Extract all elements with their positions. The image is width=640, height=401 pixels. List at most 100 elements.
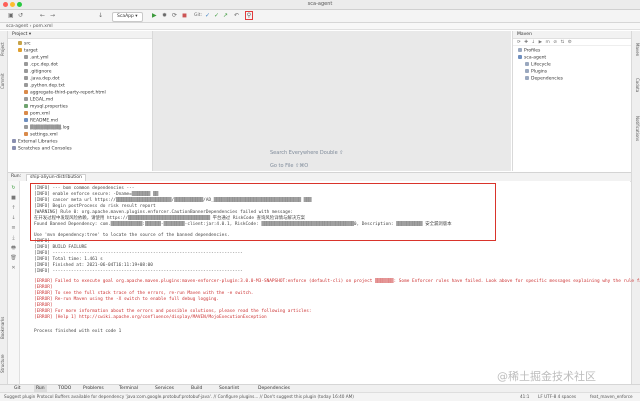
project-tree-item-label: .python.dep.txt bbox=[30, 83, 65, 89]
window-title: sca-agent bbox=[307, 1, 333, 7]
run-configuration-select[interactable]: ScaApp ▾ bbox=[112, 12, 143, 22]
search-everywhere-hint: Search Everywhere Double ⇧ bbox=[270, 150, 344, 156]
maven-node-icon bbox=[518, 48, 522, 52]
file-icon bbox=[24, 83, 28, 87]
file-icon bbox=[24, 104, 28, 108]
project-tree-item[interactable]: .python.dep.txt bbox=[24, 83, 65, 90]
project-tree-item[interactable]: src bbox=[18, 41, 31, 48]
run-icon[interactable]: ▶ bbox=[152, 12, 157, 20]
tab-project[interactable]: Project bbox=[0, 35, 7, 63]
tab-bookmarks[interactable]: Bookmarks bbox=[0, 311, 7, 345]
project-tree-item-label: pom.xml bbox=[30, 111, 50, 117]
forward-icon[interactable]: → bbox=[50, 12, 55, 20]
build-icon[interactable]: ↓ bbox=[98, 12, 103, 20]
close-run-icon[interactable]: ✕ bbox=[10, 265, 17, 271]
tab-commit[interactable]: Commit bbox=[0, 67, 7, 95]
maven-tree-item-label: Lifecycle bbox=[531, 62, 551, 68]
stop-run-icon[interactable]: ■ bbox=[10, 195, 17, 201]
project-tree-item-label: target bbox=[24, 48, 38, 54]
project-tree-item[interactable]: External Libraries bbox=[12, 139, 58, 146]
project-tree-item-label: .java.dep.dot bbox=[30, 76, 60, 82]
clear-icon[interactable]: 🗑 bbox=[10, 255, 17, 261]
console-line: [INFO] Total time: 1.461 s bbox=[34, 257, 103, 262]
go-to-file-hint: Go to File ⇧⌘O bbox=[270, 163, 309, 169]
maven-tree-item[interactable]: Plugins bbox=[525, 69, 547, 76]
file-icon bbox=[24, 62, 28, 66]
project-tree-item[interactable]: README.md bbox=[24, 118, 58, 125]
project-header[interactable]: Project ▾ bbox=[8, 31, 152, 39]
project-tree-item[interactable]: settings.xml bbox=[24, 132, 58, 139]
maven-tree-item[interactable]: Dependencies bbox=[525, 76, 563, 83]
console-error-line: [ERROR] [Help 1] http://cwiki.apache.org… bbox=[34, 315, 267, 320]
highlight-rectangle bbox=[30, 183, 496, 241]
project-tree-item-label: LEGAL.md bbox=[30, 97, 54, 103]
project-tree-item-label: .gitignore bbox=[30, 69, 52, 75]
maven-header: Maven bbox=[513, 31, 631, 39]
file-icon bbox=[24, 132, 28, 136]
git-update-icon[interactable]: ✓ bbox=[205, 12, 210, 20]
maven-node-icon bbox=[525, 62, 529, 66]
maven-toolbar[interactable]: ⟳ ✚ ↓ ▶ m ⊘ ⇅ ⚙ bbox=[513, 39, 631, 46]
tab-codota[interactable]: Codota bbox=[633, 69, 640, 101]
maven-tree-item-label: sca-agent bbox=[524, 55, 547, 61]
rerun-icon[interactable]: ↻ bbox=[10, 185, 17, 191]
tab-structure[interactable]: Structure bbox=[0, 349, 7, 379]
console-line: Process finished with exit code 1 bbox=[34, 329, 122, 334]
scroll-down-icon[interactable]: ↓ bbox=[10, 215, 17, 221]
console-line: [INFO] BUILD FAILURE bbox=[34, 245, 87, 250]
project-tree-item[interactable]: .gitignore bbox=[24, 69, 52, 76]
project-tree-item-label: .ant.yml bbox=[30, 55, 49, 61]
title-bar: sca-agent bbox=[0, 0, 640, 10]
git-commit-icon[interactable]: ✓ bbox=[214, 12, 219, 20]
project-tree-item[interactable]: ▒▒▒▒▒▒▒▒▒.log bbox=[24, 125, 69, 132]
file-icon bbox=[18, 41, 22, 45]
project-tree-item-label: External Libraries bbox=[18, 139, 58, 145]
maven-enforcer-icon[interactable]: ⚲ bbox=[245, 11, 253, 20]
maven-tree-item[interactable]: sca-agent bbox=[518, 55, 546, 62]
file-icon bbox=[24, 118, 28, 122]
project-tree-item-label: ▒▒▒▒▒▒▒▒▒.log bbox=[30, 125, 70, 131]
git-push-icon[interactable]: ↗ bbox=[223, 12, 228, 20]
maven-tree-item-label: Plugins bbox=[531, 69, 548, 75]
project-tree-item-label: settings.xml bbox=[30, 132, 58, 138]
watermark: @稀土掘金技术社区 bbox=[497, 370, 596, 383]
project-tree-item[interactable]: LEGAL.md bbox=[24, 97, 53, 104]
scroll-up-icon[interactable]: ↑ bbox=[10, 205, 17, 211]
maven-tree-item[interactable]: Lifecycle bbox=[525, 62, 551, 69]
folder-icon[interactable]: ▣ bbox=[8, 12, 14, 20]
back-icon[interactable]: ← bbox=[40, 12, 45, 20]
project-tree-item[interactable]: .java.dep.dot bbox=[24, 76, 60, 83]
maven-node-icon bbox=[525, 76, 529, 80]
project-tree-item[interactable]: Scratches and Consoles bbox=[12, 146, 72, 153]
project-tree-item-label: README.md bbox=[30, 118, 58, 124]
project-pane: Project ▾ src target .ant.yml .cpc.dep.dot.… bbox=[8, 31, 153, 171]
console-error-line: [ERROR] Failed to execute goal org.apach… bbox=[34, 279, 640, 284]
editor-empty-area: Search Everywhere Double ⇧ Go to File ⇧⌘… bbox=[153, 31, 511, 171]
reload-icon[interactable]: ⟳ bbox=[172, 12, 177, 20]
project-tree-item[interactable]: target bbox=[18, 48, 38, 55]
console-line: [INFO] ---------------------------------… bbox=[34, 269, 243, 274]
file-icon bbox=[12, 146, 16, 150]
soft-wrap-icon[interactable]: ≡ bbox=[10, 225, 17, 231]
sync-icon[interactable]: ↺ bbox=[18, 12, 23, 20]
tab-maven[interactable]: Maven bbox=[633, 37, 640, 63]
debug-icon[interactable]: ✹ bbox=[162, 12, 167, 20]
project-tree-item[interactable]: aggregate-third-party-report.html bbox=[24, 90, 106, 97]
run-header-label: Run: bbox=[11, 174, 22, 179]
project-tree-item[interactable]: .cpc.dep.dot bbox=[24, 62, 58, 69]
breadcrumb[interactable]: sca-agent › pom.xml bbox=[0, 23, 640, 30]
rollback-icon[interactable]: ↶ bbox=[234, 12, 239, 20]
project-tree-item[interactable]: pom.xml bbox=[24, 111, 50, 118]
project-tree-item[interactable]: .ant.yml bbox=[24, 55, 49, 62]
stop-icon[interactable]: ◼ bbox=[182, 12, 187, 20]
project-tree-item-label: .cpc.dep.dot bbox=[30, 62, 58, 68]
file-icon bbox=[24, 97, 28, 101]
main-toolbar: ▣ ↺ ← → ↓ ScaApp ▾ ▶ ✹ ⟳ ◼ Git: ✓ ✓ ↗ ↶ … bbox=[0, 10, 640, 23]
maven-tree-item[interactable]: Profiles bbox=[518, 48, 540, 55]
file-icon bbox=[24, 111, 28, 115]
tab-notifications[interactable]: Notifications bbox=[633, 107, 640, 151]
console-line: [INFO] Finished at: 2021-06-04T16:11:19+… bbox=[34, 263, 153, 268]
print-icon[interactable]: 🖶 bbox=[10, 245, 17, 251]
project-tree-item[interactable]: mysql.properties bbox=[24, 104, 68, 111]
scroll-to-end-icon[interactable]: ⤓ bbox=[10, 235, 17, 241]
